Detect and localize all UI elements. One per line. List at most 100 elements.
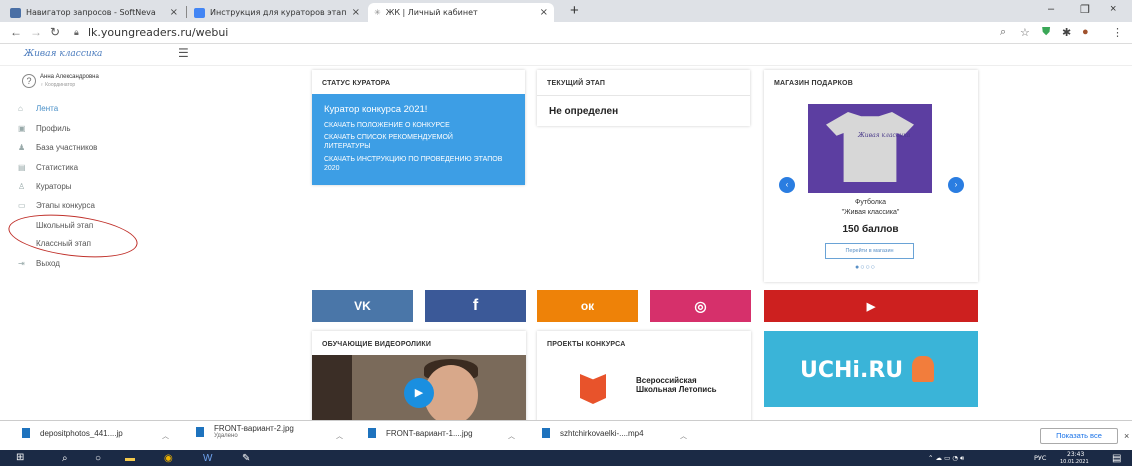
sidebar: ? Анна Александровна ♀ Координатор ⌂ Лен… [0,66,170,416]
download-item[interactable]: FRONT-вариант-2.jpg Удалено [196,424,294,439]
clock-date[interactable]: 10.01.2021 [1060,459,1089,465]
user-role: ♀ Координатор [40,82,76,88]
download-item[interactable]: FRONT-вариант-1....jpg [368,428,473,438]
dinosaur-icon [912,356,934,382]
stages-icon: ▭ [18,201,26,210]
extensions-icon[interactable]: ✱ [1062,26,1071,39]
download-instruction-link[interactable]: СКАЧАТЬ ИНСТРУКЦИЮ ПО ПРОВЕДЕНИЮ ЭТАПОВ … [324,155,509,173]
reload-icon[interactable]: ↻ [50,25,60,39]
browser-tab-1[interactable]: Навигатор запросов - SoftNeva × [4,3,184,22]
file-icon [196,426,204,437]
notifications-icon[interactable]: ▤ [1112,453,1121,464]
url-input[interactable]: lk.youngreaders.ru/webui [88,26,228,39]
current-stage-value: Не определен [549,106,619,117]
chevron-up-icon[interactable]: ︿ [336,431,343,441]
hamburger-menu-icon[interactable]: ☰ [178,46,189,60]
sidebar-item-logout[interactable]: ⇥ Выход [18,259,60,268]
odnoklassniki-button[interactable]: ок [537,290,638,322]
carousel-prev-button[interactable]: ‹ [779,177,795,193]
loading-icon: ✳ [374,8,381,17]
current-stage-card: ТЕКУЩИЙ ЭТАП Не определен [537,70,750,126]
avatar[interactable]: ? [22,74,36,88]
app-logo[interactable]: Живая классика [24,49,102,59]
download-item[interactable]: szhtchirkovaelki-....mp4 [542,428,644,438]
product-name: Футболка [855,199,886,206]
shield-extension-icon[interactable]: ⛊ [1042,26,1050,39]
chevron-up-icon[interactable]: ︿ [508,431,515,441]
close-icon[interactable]: × [170,7,178,18]
window-close-button[interactable]: × [1110,3,1116,15]
curators-icon: ♙ [18,182,26,191]
search-icon[interactable]: ⌕ [62,453,68,464]
downloads-bar: depositphotos_441....jp ︿ FRONT-вариант-… [0,420,1132,450]
browser-tab-bar: Навигатор запросов - SoftNeva × Инструкц… [0,0,1132,22]
card-title: МАГАЗИН ПОДАРКОВ [774,80,853,87]
card-title: ПРОЕКТЫ КОНКУРСА [547,341,626,348]
tab-favicon-icon [194,7,205,18]
product-name-2: "Живая классика" [841,209,900,216]
new-tab-button[interactable]: + [570,2,579,19]
cortana-icon[interactable]: ○ [95,453,101,464]
forward-arrow-icon[interactable]: → [30,25,42,39]
windows-start-icon[interactable]: ⊞ [16,452,24,463]
close-icon[interactable]: × [352,7,360,18]
home-icon: ⌂ [18,104,23,113]
star-icon[interactable]: ☆ [1020,26,1030,39]
youtube-button[interactable]: ▶ [764,290,978,322]
users-icon: ♟ [18,143,26,152]
carousel-next-button[interactable]: › [948,177,964,193]
close-icon[interactable]: × [1124,431,1129,441]
maximize-button[interactable]: ❐ [1080,3,1090,16]
file-icon [368,428,376,438]
download-item[interactable]: depositphotos_441....jp [22,428,123,438]
browser-tab-2[interactable]: Инструкция для кураторов этап × [188,3,366,22]
language-indicator[interactable]: РУС [1034,454,1046,462]
chrome-icon[interactable]: ◉ [164,453,173,464]
profile-avatar-icon[interactable]: ● [1082,26,1089,38]
sidebar-item-profile[interactable]: ▣ Профиль [18,124,71,133]
play-icon[interactable]: ▶ [404,378,434,408]
sidebar-item-statistics[interactable]: ▤ Статистика [18,163,78,172]
lock-icon: 🔒︎ [74,27,79,37]
card-title: ОБУЧАЮЩИЕ ВИДЕОРОЛИКИ [322,341,432,348]
facebook-button[interactable]: f [425,290,526,322]
chevron-up-icon[interactable]: ︿ [162,431,169,441]
show-all-downloads-button[interactable]: Показать все [1040,428,1118,444]
clock-time[interactable]: 23:43 [1067,451,1084,458]
download-literature-link[interactable]: СКАЧАТЬ СПИСОК РЕКОМЕНДУЕМОЙ ЛИТЕРАТУРЫ [324,133,489,151]
sidebar-item-stages[interactable]: ▭ Этапы конкурса [18,201,95,210]
vk-icon: VK [354,299,371,313]
address-bar-row: ← → ↻ 🔒︎ lk.youngreaders.ru/webui ⌕ ☆ ⛊ … [0,22,1132,44]
card-title: ТЕКУЩИЙ ЭТАП [547,80,606,87]
file-explorer-icon[interactable]: ▬ [125,453,135,464]
chevron-up-icon[interactable]: ︿ [680,431,687,441]
logout-icon: ⇥ [18,259,25,268]
vk-button[interactable]: VK [312,290,413,322]
search-icon[interactable]: ⌕ [1000,26,1006,39]
product-price: 150 баллов [842,224,899,235]
close-icon[interactable]: × [540,7,548,18]
browser-tab-3-active[interactable]: ✳ ЖК | Личный кабинет × [368,3,554,22]
letopis-title[interactable]: Всероссийская Школьная Летопись [636,376,736,394]
go-to-shop-button[interactable]: Перейти в магазин [825,243,914,259]
menu-kebab-icon[interactable]: ⋮ [1112,26,1123,39]
word-icon[interactable]: W [203,453,212,464]
tab-title: Инструкция для кураторов этап [210,8,347,17]
youtube-icon: ▶ [866,300,876,313]
back-arrow-icon[interactable]: ← [10,25,22,39]
stats-icon: ▤ [18,163,26,172]
instagram-button[interactable]: ◎ [650,290,751,322]
curator-blue-panel: Куратор конкурса 2021! СКАЧАТЬ ПОЛОЖЕНИЕ… [312,94,525,185]
carousel-dots[interactable]: ●○○○ [855,264,876,271]
curator-heading: Куратор конкурса 2021! [324,104,428,115]
user-name: Анна Александровна [40,74,99,80]
card-title: СТАТУС КУРАТОРА [322,80,391,87]
minimize-button[interactable]: – [1048,3,1054,15]
paint-icon[interactable]: ✎ [242,453,250,464]
download-rules-link[interactable]: СКАЧАТЬ ПОЛОЖЕНИЕ О КОНКУРСЕ [324,121,519,130]
tab-title: Навигатор запросов - SoftNeva [26,8,156,17]
tray-icons[interactable]: ⌃ ☁ ▭ ◔ 🔊︎ [928,454,964,463]
sidebar-item-curators[interactable]: ♙ Кураторы [18,182,72,191]
sidebar-item-feed[interactable]: ⌂ Лента [18,104,58,113]
sidebar-item-participants[interactable]: ♟ База участников [18,143,97,152]
